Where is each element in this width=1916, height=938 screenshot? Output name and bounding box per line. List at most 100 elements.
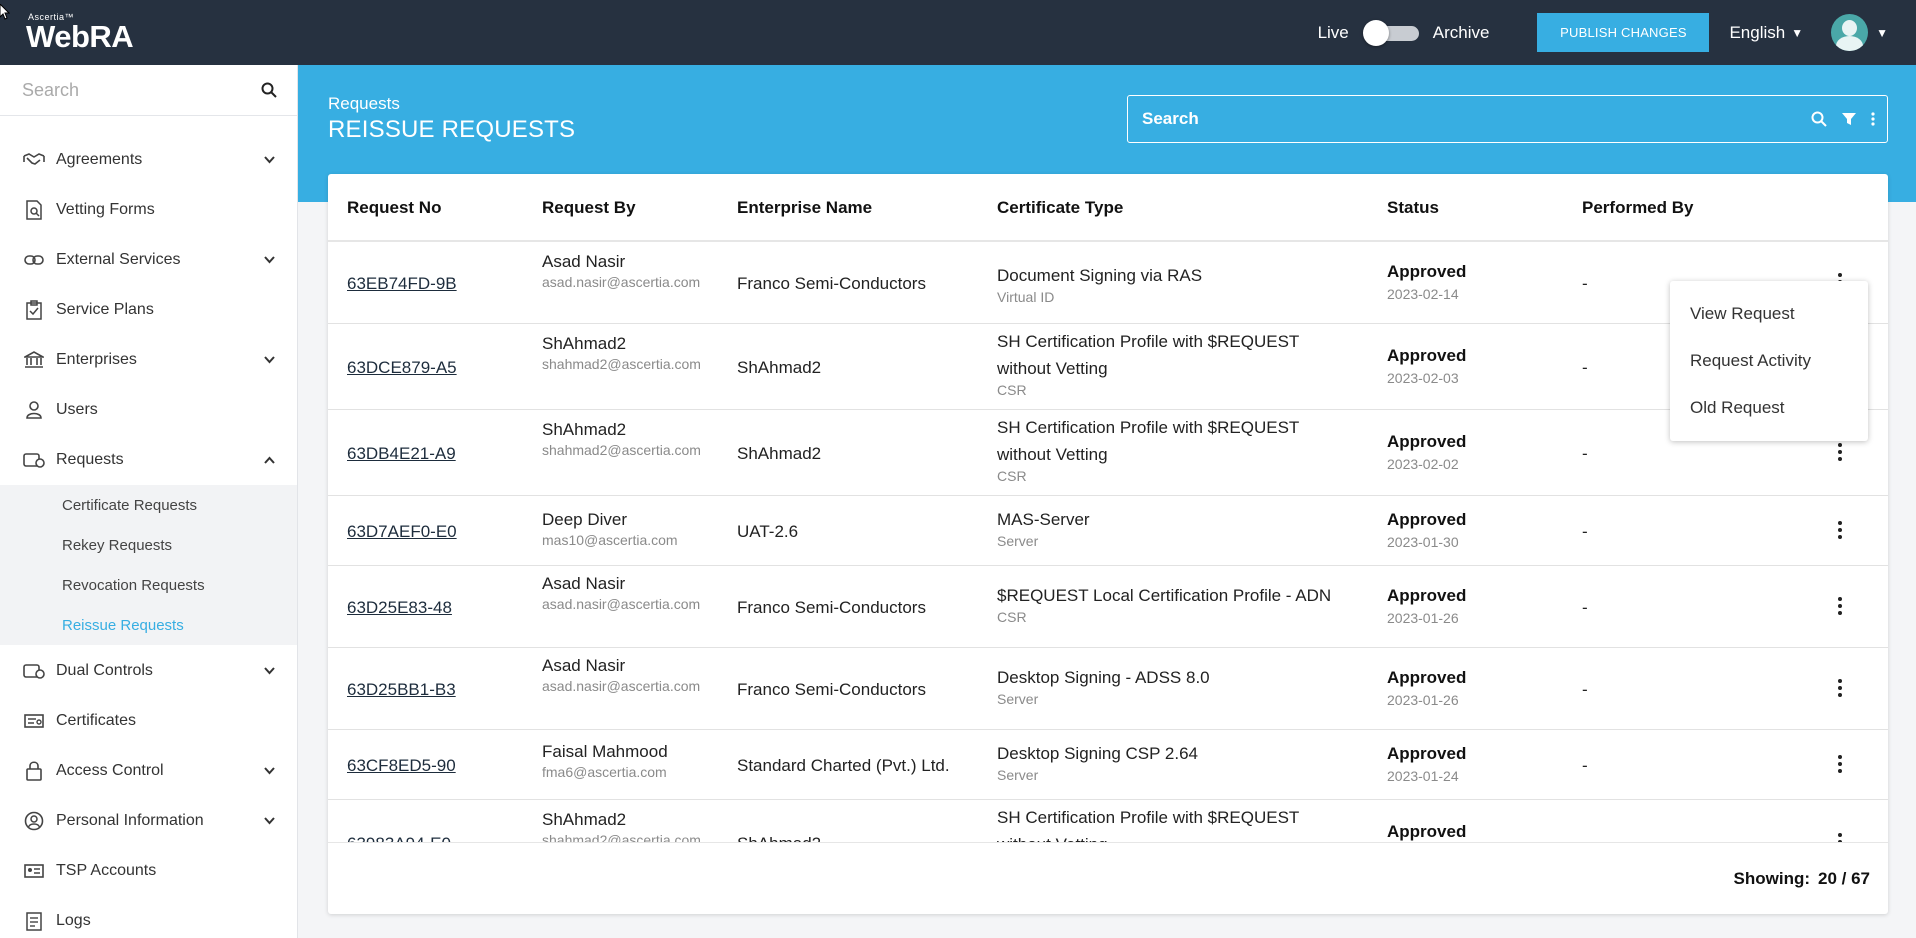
sidebar-item-requests[interactable]: Requests xyxy=(0,440,297,480)
request-no-link[interactable]: 63DCE879-A5 xyxy=(347,358,457,378)
status-badge: Approved xyxy=(1387,432,1467,451)
sidebar-item-external-services[interactable]: External Services xyxy=(0,240,297,280)
link-icon xyxy=(22,250,46,270)
table-row[interactable]: 63D25BB1-B3 Asad Nasir asad.nasir@ascert… xyxy=(328,648,1888,730)
language-selector[interactable]: English ▼ xyxy=(1729,23,1803,43)
row-actions-icon[interactable] xyxy=(1833,754,1847,774)
table-row[interactable]: 63D7AEF0-E0 Deep Diver mas10@ascertia.co… xyxy=(328,496,1888,566)
status-date: 2023-01-24 xyxy=(1387,768,1459,784)
column-header-enterprise-name[interactable]: Enterprise Name xyxy=(737,198,872,218)
sidebar-item-access-control[interactable]: Access Control xyxy=(0,751,297,791)
certificate-type: Document Signing via RAS xyxy=(997,266,1203,285)
table-row[interactable]: 63EB74FD-9B Asad Nasir asad.nasir@ascert… xyxy=(328,242,1888,324)
logo-text: WebRA xyxy=(26,19,134,54)
row-actions-icon[interactable] xyxy=(1833,596,1847,616)
table-row[interactable]: 63D25E83-48 Asad Nasir asad.nasir@ascert… xyxy=(328,566,1888,648)
request-no-link[interactable]: 63D25E83-48 xyxy=(347,598,452,618)
sidebar-item-vetting-forms[interactable]: Vetting Forms xyxy=(0,190,297,230)
certificate-type: MAS-Server xyxy=(997,510,1090,529)
sidebar: Agreements Vetting Forms External Servic… xyxy=(0,65,298,938)
breadcrumb[interactable]: Requests xyxy=(328,94,400,114)
enterprise-name: UAT-2.6 xyxy=(737,522,799,541)
table-row[interactable]: 63DB4E21-A9 ShAhmad2 shahmad2@ascertia.c… xyxy=(328,410,1888,496)
search-icon[interactable] xyxy=(1811,111,1827,127)
menu-item-view-request[interactable]: View Request xyxy=(1690,304,1795,324)
clipboard-icon xyxy=(22,300,46,320)
enterprise-name: Franco Semi-Conductors xyxy=(737,274,926,293)
chevron-down-icon xyxy=(264,252,275,267)
showing-value: 20 / 67 xyxy=(1818,869,1870,888)
chevron-down-icon xyxy=(264,663,275,678)
request-no-link[interactable]: 63D25BB1-B3 xyxy=(347,680,456,700)
sidebar-item-certificates[interactable]: Certificates xyxy=(0,701,297,741)
row-actions-icon[interactable] xyxy=(1833,442,1847,462)
status-date: 2023-02-03 xyxy=(1387,370,1459,386)
sidebar-item-label: External Services xyxy=(56,251,181,268)
logo[interactable]: Ascertia™ WebRA xyxy=(26,12,134,54)
chevron-down-icon xyxy=(264,152,275,167)
search-icon[interactable] xyxy=(261,82,277,98)
certificate-subtype: Server xyxy=(997,691,1039,707)
bank-icon xyxy=(22,350,46,370)
request-no-link[interactable]: 63D7AEF0-E0 xyxy=(347,522,457,542)
publish-changes-button[interactable]: PUBLISH CHANGES xyxy=(1537,13,1710,52)
row-actions-icon[interactable] xyxy=(1833,832,1847,842)
sidebar-item-tsp-accounts[interactable]: TSP Accounts xyxy=(0,851,297,891)
request-no-link[interactable]: 63EB74FD-9B xyxy=(347,274,457,294)
enterprise-name: ShAhmad2 xyxy=(737,358,822,377)
status-badge: Approved xyxy=(1387,262,1467,281)
column-header-request-no[interactable]: Request No xyxy=(347,198,441,218)
menu-item-request-activity[interactable]: Request Activity xyxy=(1690,351,1811,371)
sidebar-item-personal-information[interactable]: Personal Information xyxy=(0,801,297,841)
request-no-link[interactable]: 63983A94-E0 xyxy=(347,834,451,842)
sidebar-subitem-reissue-requests[interactable]: Reissue Requests xyxy=(62,617,184,634)
sidebar-item-agreements[interactable]: Agreements xyxy=(0,140,297,180)
request-by-email: asad.nasir@ascertia.com xyxy=(542,678,701,694)
live-archive-toggle[interactable] xyxy=(1362,19,1419,46)
enterprise-name: Standard Charted (Pvt.) Ltd. xyxy=(737,756,950,775)
row-actions-icon[interactable] xyxy=(1833,520,1847,540)
sidebar-subitem-certificate-requests[interactable]: Certificate Requests xyxy=(62,497,197,514)
status-date: 2023-01-30 xyxy=(1387,534,1459,550)
sidebar-subitem-revocation-requests[interactable]: Revocation Requests xyxy=(62,577,205,594)
more-vertical-icon[interactable] xyxy=(1871,112,1875,126)
request-by-name: ShAhmad2 xyxy=(542,334,627,353)
sidebar-item-enterprises[interactable]: Enterprises xyxy=(0,340,297,380)
performed-by: - xyxy=(1582,834,1588,842)
main-search-input[interactable] xyxy=(1142,109,1797,129)
column-header-status[interactable]: Status xyxy=(1387,198,1439,218)
sidebar-item-users[interactable]: Users xyxy=(0,390,297,430)
request-no-link[interactable]: 63CF8ED5-90 xyxy=(347,756,456,776)
sidebar-item-label: Personal Information xyxy=(56,812,204,829)
status-date: 2023-02-14 xyxy=(1387,286,1459,302)
sidebar-item-service-plans[interactable]: Service Plans xyxy=(0,290,297,330)
menu-item-old-request[interactable]: Old Request xyxy=(1690,398,1785,418)
user-menu[interactable]: ▼ xyxy=(1831,14,1888,51)
column-header-request-by[interactable]: Request By xyxy=(542,198,636,218)
performed-by: - xyxy=(1582,358,1588,377)
sidebar-item-logs[interactable]: Logs xyxy=(0,901,297,938)
row-actions-icon[interactable] xyxy=(1833,678,1847,698)
table-header: Request No Request By Enterprise Name Ce… xyxy=(328,174,1888,242)
id-card-icon xyxy=(22,861,46,881)
sidebar-item-label: Requests xyxy=(56,451,124,468)
sidebar-item-label: Enterprises xyxy=(56,351,137,368)
dual-controls-icon xyxy=(22,661,46,681)
performed-by: - xyxy=(1582,522,1588,541)
request-by-email: asad.nasir@ascertia.com xyxy=(542,596,701,612)
status-badge: Approved xyxy=(1387,510,1467,529)
column-header-certificate-type[interactable]: Certificate Type xyxy=(997,198,1123,218)
filter-icon[interactable] xyxy=(1841,111,1857,127)
sidebar-item-dual-controls[interactable]: Dual Controls xyxy=(0,651,297,691)
sidebar-subitem-rekey-requests[interactable]: Rekey Requests xyxy=(62,537,172,554)
status-badge: Approved xyxy=(1387,822,1467,841)
table-row[interactable]: 63CF8ED5-90 Faisal Mahmood fma6@ascertia… xyxy=(328,730,1888,800)
request-no-link[interactable]: 63DB4E21-A9 xyxy=(347,444,456,464)
performed-by: - xyxy=(1582,444,1588,463)
table-row[interactable]: 63DCE879-A5 ShAhmad2 shahmad2@ascertia.c… xyxy=(328,324,1888,410)
certificate-subtype: CSR xyxy=(997,468,1027,484)
column-header-performed-by[interactable]: Performed By xyxy=(1582,198,1693,218)
table-row[interactable]: 63983A94-E0 ShAhmad2 shahmad2@ascertia.c… xyxy=(328,800,1888,842)
certificate-icon xyxy=(22,711,46,731)
sidebar-search-input[interactable] xyxy=(22,79,261,101)
